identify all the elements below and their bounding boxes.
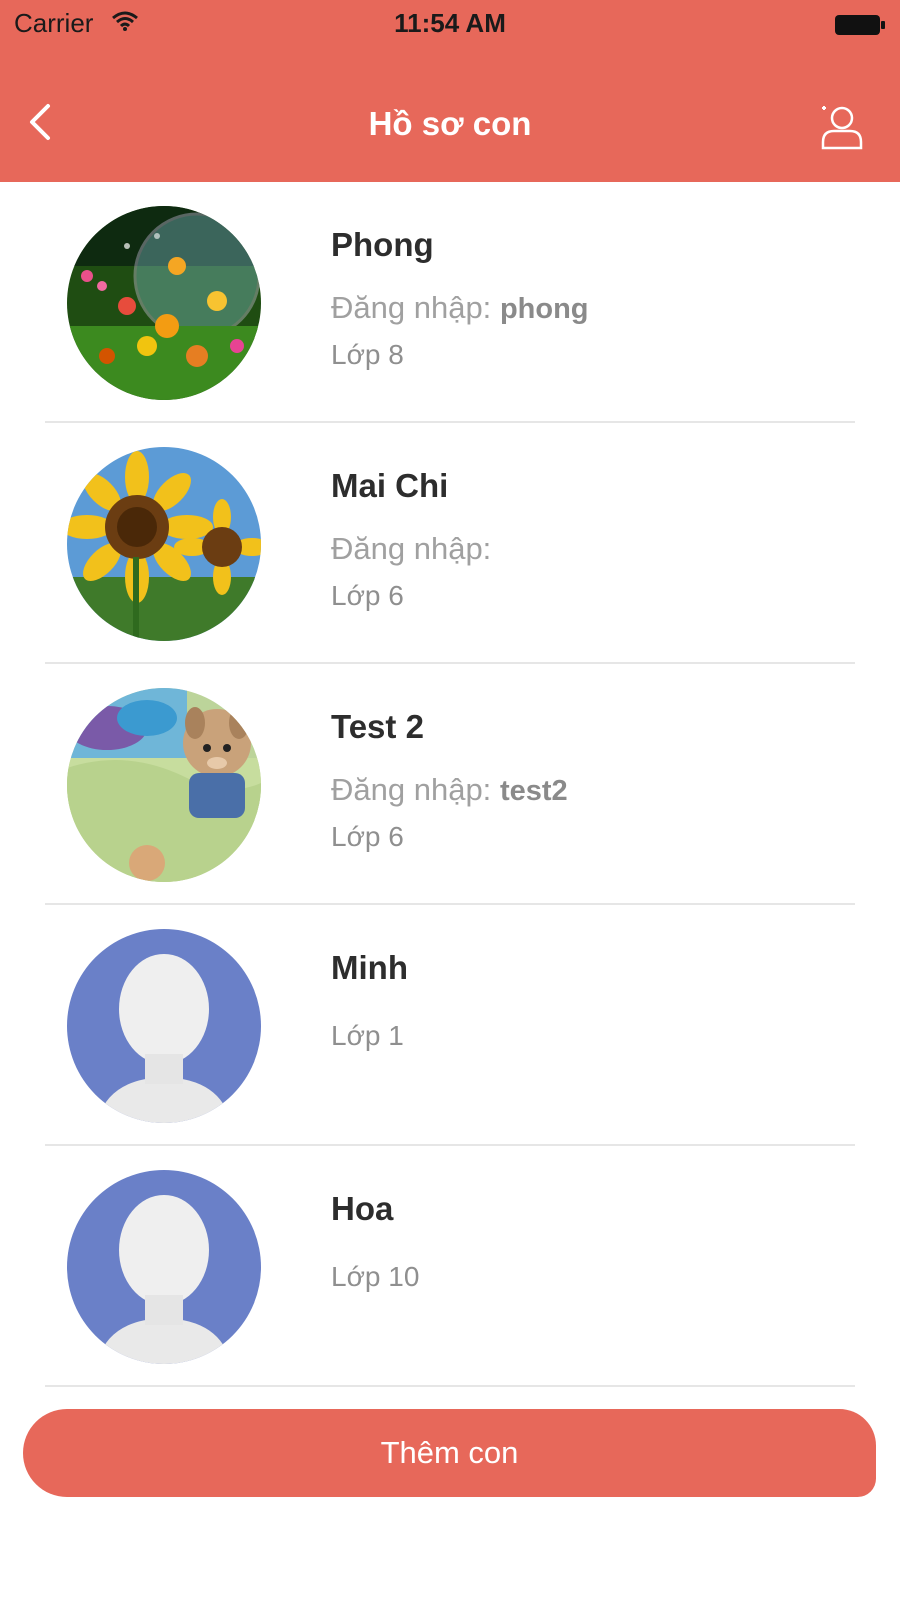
default-avatar-icon — [67, 1170, 261, 1364]
child-grade: Lớp 10 — [331, 1261, 420, 1292]
navigation-bar: Hồ sơ con — [0, 50, 900, 182]
add-child-button[interactable]: Thêm con — [23, 1409, 876, 1497]
status-bar: Carrier 11:54 AM — [0, 0, 900, 50]
child-name: Minh — [331, 949, 408, 986]
child-avatar — [67, 447, 261, 641]
battery-icon — [834, 12, 886, 43]
status-time: 11:54 AM — [394, 8, 506, 38]
child-login: Đăng nhập: — [331, 531, 491, 567]
default-avatar-icon — [67, 929, 261, 1123]
page-title: Hồ sơ con — [368, 105, 532, 142]
app-header: Carrier 11:54 AM Hồ sơ con — [0, 0, 900, 182]
login-label: Đăng nhập: — [331, 772, 492, 807]
child-grade: Lớp 6 — [331, 580, 404, 611]
child-name: Test 2 — [331, 708, 424, 745]
login-value: test2 — [499, 775, 568, 807]
child-row-hoa[interactable]: Hoa Lớp 10 — [0, 1146, 900, 1387]
child-row-mai-chi[interactable]: Mai Chi Đăng nhập: Lớp 6 — [0, 423, 900, 664]
child-row-test-2[interactable]: Test 2 Đăng nhập: test2 Lớp 6 — [0, 664, 900, 905]
row-divider — [45, 1385, 855, 1387]
child-row-minh[interactable]: Minh Lớp 1 — [0, 905, 900, 1146]
children-list: Phong Đăng nhập: phong Lớp 8 Mai Chi Đăn… — [0, 182, 900, 1387]
child-grade: Lớp 8 — [331, 339, 404, 370]
child-login: Đăng nhập: test2 — [331, 772, 568, 808]
child-grade: Lớp 6 — [331, 821, 404, 852]
login-label: Đăng nhập: — [331, 290, 492, 325]
user-profile-icon — [821, 106, 863, 150]
login-label: Đăng nhập: — [331, 531, 492, 566]
child-avatar — [67, 206, 261, 400]
profile-button[interactable] — [818, 104, 864, 150]
child-name: Hoa — [331, 1190, 394, 1227]
child-row-phong[interactable]: Phong Đăng nhập: phong Lớp 8 — [0, 182, 900, 423]
child-avatar — [67, 688, 261, 882]
child-login: Đăng nhập: phong — [331, 290, 589, 326]
login-value: phong — [499, 293, 589, 325]
child-name: Phong — [331, 226, 434, 263]
child-name: Mai Chi — [331, 467, 449, 504]
child-grade: Lớp 1 — [331, 1020, 404, 1051]
